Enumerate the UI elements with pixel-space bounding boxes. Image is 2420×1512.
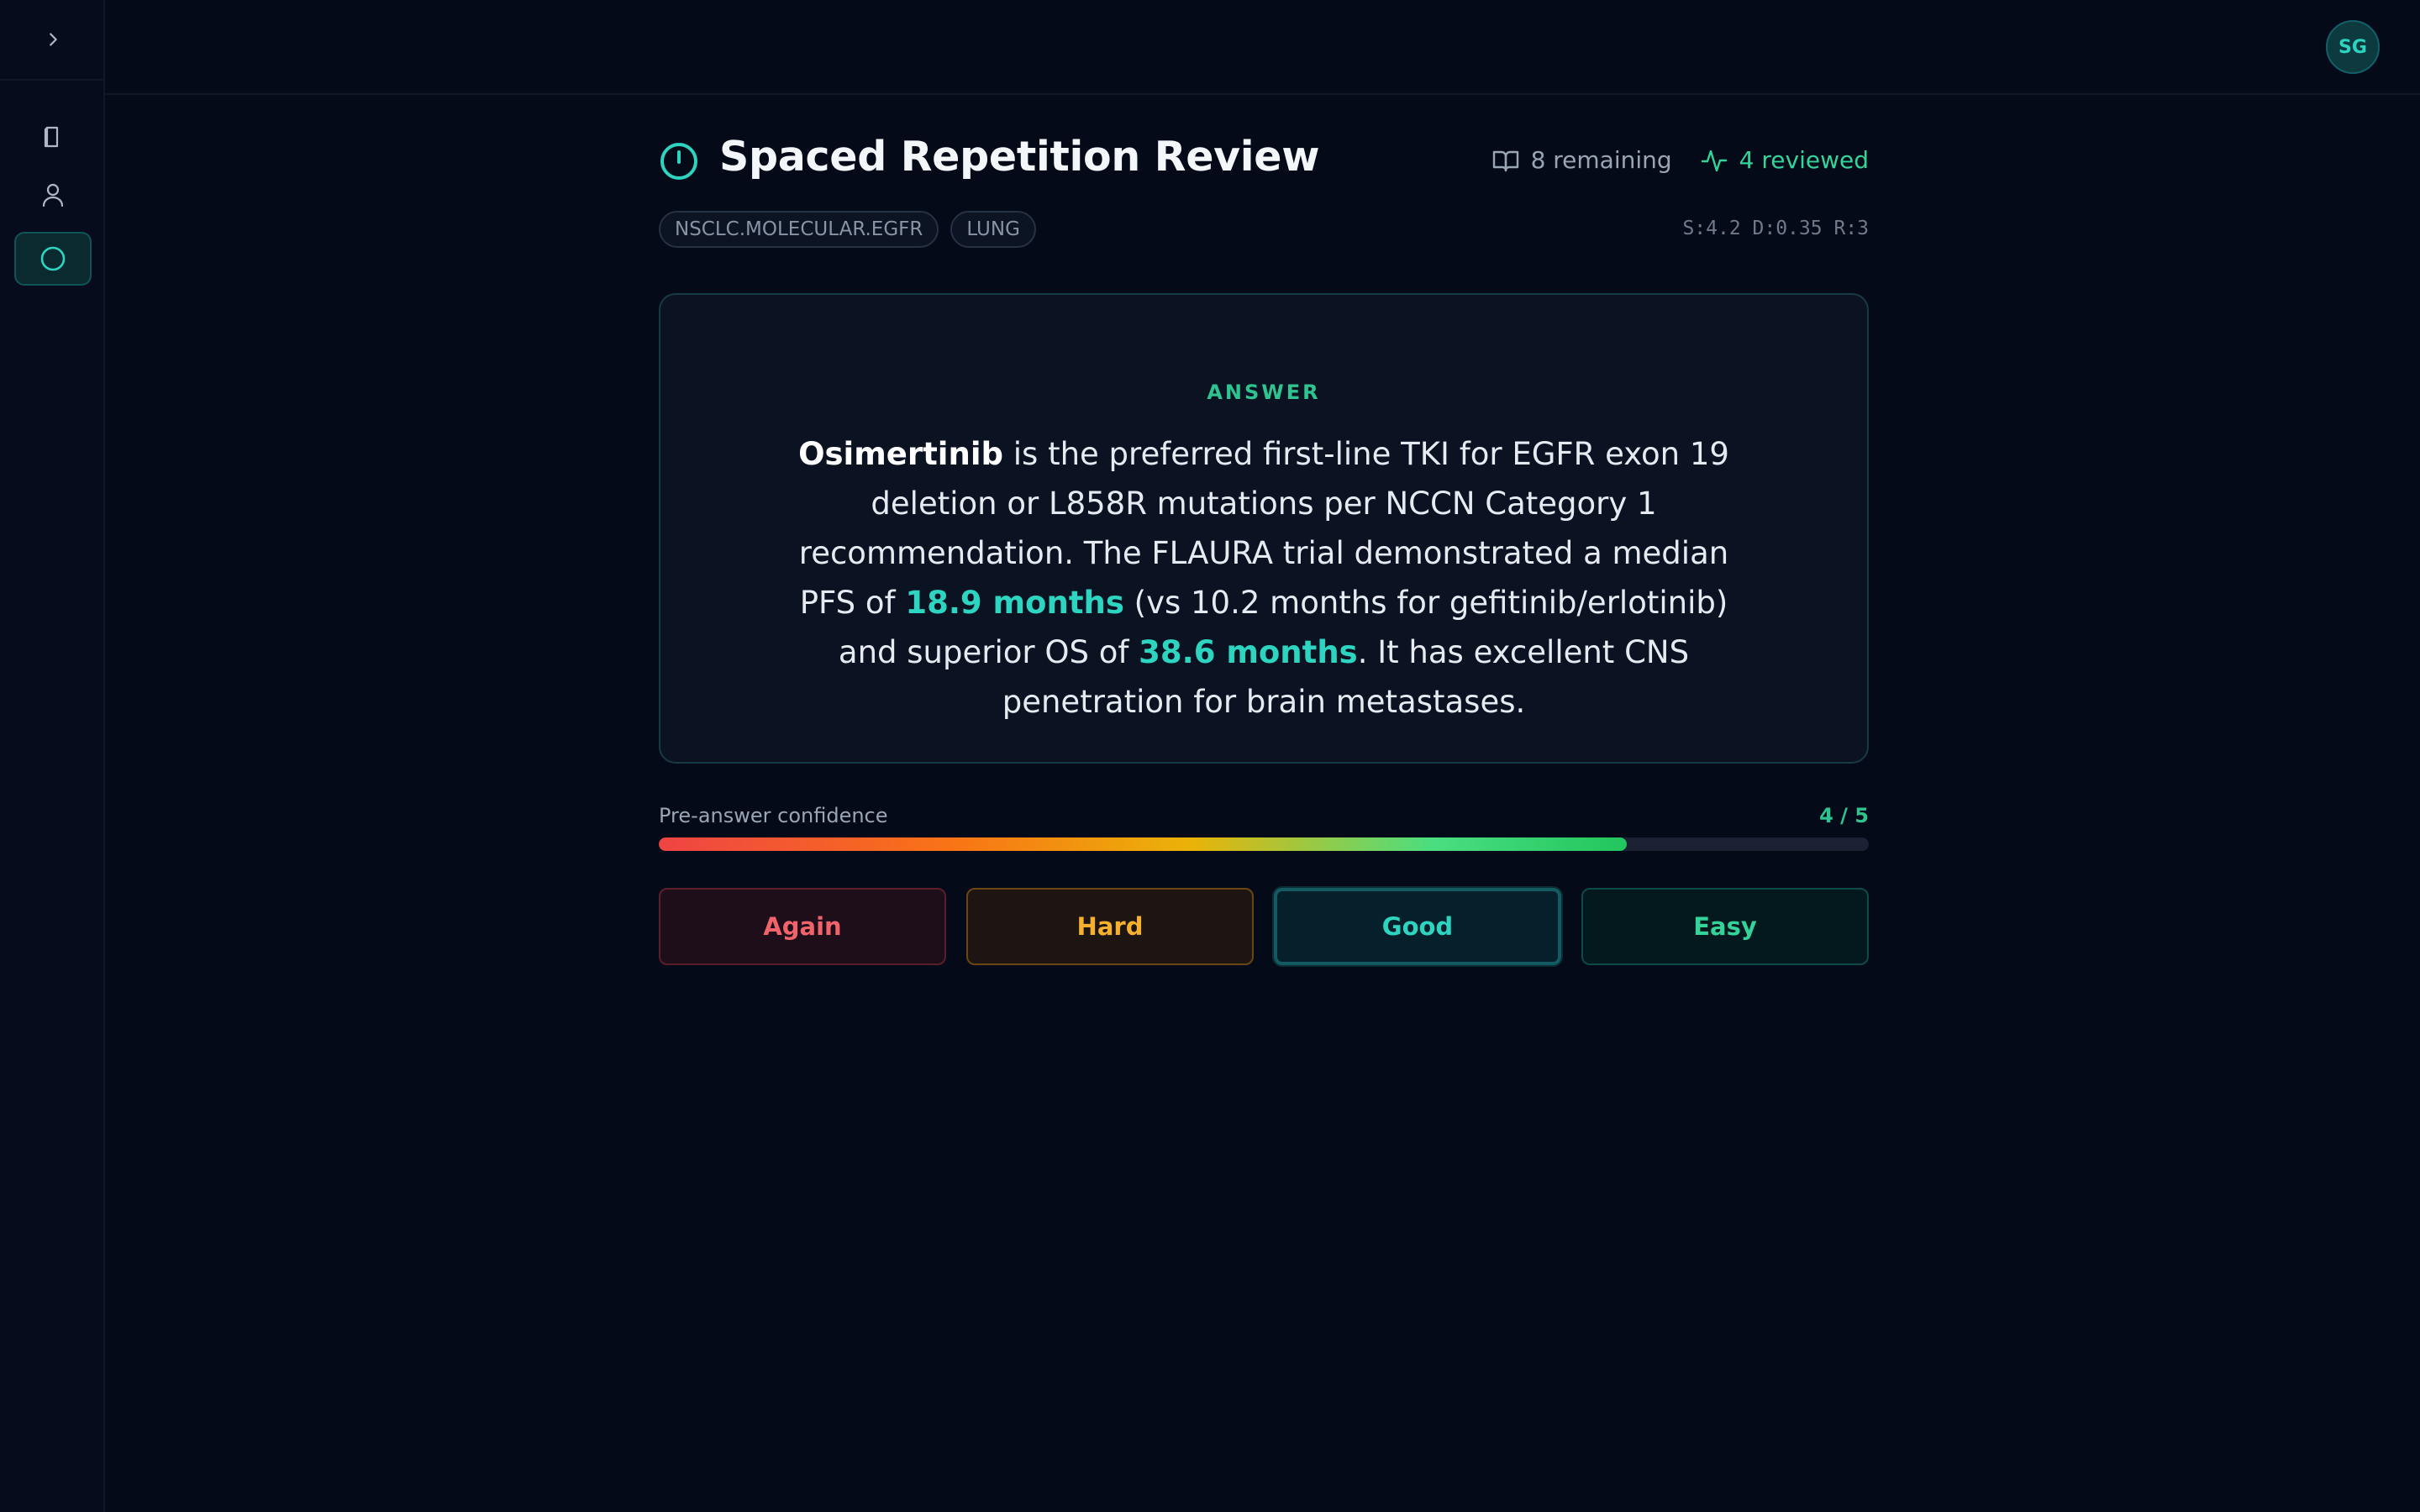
answer-drug-name: Osimertinib bbox=[798, 436, 1003, 472]
sidebar-item-profile[interactable] bbox=[14, 168, 92, 222]
remaining-count: 8 remaining bbox=[1530, 146, 1672, 174]
top-bar bbox=[105, 0, 2420, 95]
hard-button[interactable]: Hard bbox=[966, 888, 1254, 965]
tag-chip[interactable]: LUNG bbox=[950, 211, 1036, 248]
sidebar-item-review[interactable] bbox=[14, 232, 92, 286]
book-icon bbox=[1492, 150, 1518, 171]
confidence-label: Pre-answer confidence bbox=[659, 804, 888, 827]
confidence-value: 4 / 5 bbox=[1819, 804, 1869, 827]
good-button[interactable]: Good bbox=[1274, 888, 1561, 965]
timer-icon bbox=[660, 143, 697, 180]
review-header: Spaced Repetition Review 8 remaining 4 r… bbox=[659, 126, 1869, 197]
answer-text: Osimertinib is the preferred first-line … bbox=[778, 429, 1749, 727]
srs-parameters: S:4.2 D:0.35 R:3 bbox=[1682, 218, 1869, 239]
reviewed-stat: 4 reviewed bbox=[1701, 146, 1869, 174]
confidence-track bbox=[659, 837, 1869, 851]
page-title: Spaced Repetition Review bbox=[719, 133, 1320, 181]
avatar[interactable]: SG bbox=[2326, 20, 2380, 74]
pfs-highlight: 18.9 months bbox=[905, 585, 1124, 621]
easy-button[interactable]: Easy bbox=[1581, 888, 1869, 965]
reviewed-count: 4 reviewed bbox=[1739, 146, 1869, 174]
review-stats: 8 remaining 4 reviewed bbox=[1492, 146, 1869, 174]
confidence-fill bbox=[659, 837, 1627, 851]
user-icon bbox=[42, 183, 64, 207]
again-button[interactable]: Again bbox=[659, 888, 946, 965]
rating-buttons: Again Hard Good Easy bbox=[659, 888, 1869, 965]
answer-card: ANSWER Osimertinib is the preferred firs… bbox=[659, 293, 1869, 764]
card-tags: NSCLC.MOLECULAR.EGFR LUNG S:4.2 D:0.35 R:… bbox=[659, 211, 1869, 251]
remaining-stat: 8 remaining bbox=[1492, 146, 1672, 174]
sidebar bbox=[0, 0, 105, 1512]
answer-label: ANSWER bbox=[1207, 381, 1321, 404]
review-panel: Spaced Repetition Review 8 remaining 4 r… bbox=[659, 126, 1869, 965]
circle-icon bbox=[40, 246, 66, 271]
sidebar-item-cards[interactable] bbox=[14, 110, 92, 164]
card-icon bbox=[44, 126, 59, 148]
expand-sidebar-button[interactable] bbox=[0, 0, 105, 81]
os-highlight: 38.6 months bbox=[1139, 634, 1358, 670]
chevron-right-icon bbox=[49, 33, 57, 46]
confidence-meter: Pre-answer confidence 4 / 5 bbox=[659, 804, 1869, 866]
activity-icon bbox=[1701, 150, 1727, 171]
tag-chip[interactable]: NSCLC.MOLECULAR.EGFR bbox=[659, 211, 939, 248]
